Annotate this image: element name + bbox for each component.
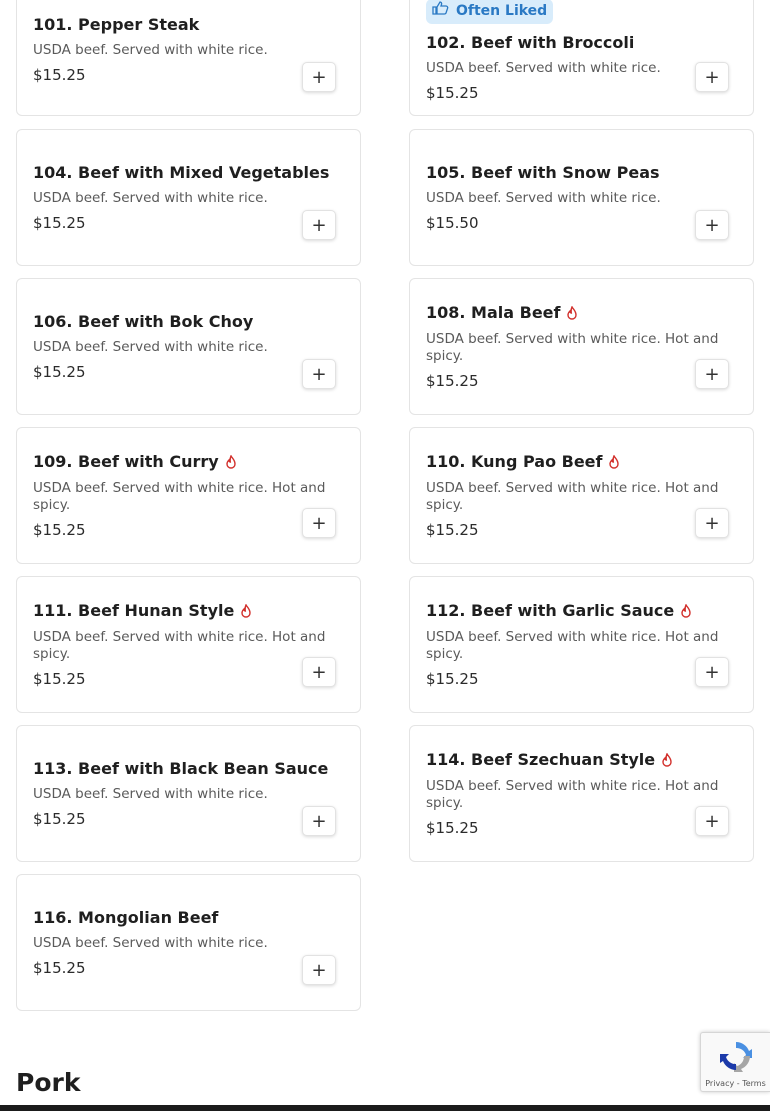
item-name: 109. Beef with Curry (33, 452, 219, 471)
add-to-cart-button[interactable]: + (302, 359, 336, 389)
item-description: USDA beef. Served with white rice. Hot a… (426, 778, 719, 811)
item-price: $15.25 (426, 670, 479, 688)
spicy-pepper-icon (241, 603, 252, 618)
item-price: $15.25 (33, 363, 86, 381)
add-to-cart-button[interactable]: + (695, 806, 729, 836)
add-to-cart-button[interactable]: + (302, 657, 336, 687)
item-name: 113. Beef with Black Bean Sauce (33, 759, 329, 778)
often-liked-badge: Often Liked (426, 0, 554, 24)
menu-item-card-114[interactable]: 114. Beef Szechuan Style USDA beef. Serv… (409, 725, 754, 862)
item-description: USDA beef. Served with white rice. (33, 935, 268, 951)
item-name: 114. Beef Szechuan Style (426, 750, 656, 769)
add-to-cart-button[interactable]: + (302, 806, 336, 836)
add-to-cart-button[interactable]: + (302, 210, 336, 240)
item-name-row: 112. Beef with Garlic Sauce (426, 601, 692, 620)
item-price: $15.50 (426, 214, 479, 232)
add-to-cart-button[interactable]: + (695, 359, 729, 389)
item-description: USDA beef. Served with white rice. Hot a… (426, 629, 719, 662)
add-to-cart-button[interactable]: + (695, 657, 729, 687)
item-price: $15.25 (33, 670, 86, 688)
thumbs-up-icon (432, 0, 450, 24)
menu-item-card-108[interactable]: 108. Mala Beef USDA beef. Served with wh… (409, 278, 754, 415)
item-name: 112. Beef with Garlic Sauce (426, 601, 675, 620)
recaptcha-links[interactable]: Privacy - Terms (705, 1079, 766, 1088)
item-price: $15.25 (33, 66, 86, 84)
section-title-pork: Pork (16, 1068, 81, 1097)
item-name-row: 111. Beef Hunan Style (33, 601, 252, 620)
recaptcha-icon (719, 1042, 752, 1072)
menu-item-card-116[interactable]: 116. Mongolian Beef USDA beef. Served wi… (16, 874, 361, 1011)
item-name-row: 114. Beef Szechuan Style (426, 750, 673, 769)
item-price: $15.25 (426, 521, 479, 539)
badge-label: Often Liked (456, 3, 548, 19)
item-price: $15.25 (426, 84, 479, 102)
item-description: USDA beef. Served with white rice. (33, 42, 268, 58)
item-name: 102. Beef with Broccoli (426, 33, 635, 52)
item-name: 116. Mongolian Beef (33, 908, 219, 927)
item-description: USDA beef. Served with white rice. Hot a… (33, 480, 326, 513)
menu-item-card-111[interactable]: 111. Beef Hunan Style USDA beef. Served … (16, 576, 361, 713)
item-price: $15.25 (33, 959, 86, 977)
spicy-pepper-icon (681, 603, 691, 618)
menu-item-card-112[interactable]: 112. Beef with Garlic Sauce USDA beef. S… (409, 576, 754, 713)
menu-item-card-105[interactable]: 105. Beef with Snow Peas USDA beef. Serv… (409, 129, 754, 266)
item-description: USDA beef. Served with white rice. (33, 339, 268, 355)
spicy-pepper-icon (226, 454, 236, 469)
menu-item-card-101[interactable]: 101. Pepper Steak USDA beef. Served with… (16, 0, 361, 116)
item-price: $15.25 (426, 372, 479, 390)
item-description: USDA beef. Served with white rice. Hot a… (426, 480, 719, 513)
add-to-cart-button[interactable]: + (695, 210, 729, 240)
item-name-row: 110. Kung Pao Beef (426, 452, 620, 471)
item-description: USDA beef. Served with white rice. (33, 786, 268, 802)
item-price: $15.25 (33, 214, 86, 232)
spicy-pepper-icon (609, 454, 620, 469)
menu-page: 101. Pepper Steak USDA beef. Served with… (0, 0, 770, 1111)
item-price: $15.25 (33, 810, 86, 828)
item-name: 106. Beef with Bok Choy (33, 312, 254, 331)
menu-item-card-104[interactable]: 104. Beef with Mixed Vegetables USDA bee… (16, 129, 361, 266)
item-name-row: 108. Mala Beef (426, 303, 578, 322)
item-name: 108. Mala Beef (426, 303, 561, 322)
add-to-cart-button[interactable]: + (302, 955, 336, 985)
add-to-cart-button[interactable]: + (695, 508, 729, 538)
item-description: USDA beef. Served with white rice. (426, 60, 661, 76)
item-name: 110. Kung Pao Beef (426, 452, 603, 471)
item-price: $15.25 (426, 819, 479, 837)
add-to-cart-button[interactable]: + (302, 508, 336, 538)
item-description: USDA beef. Served with white rice. Hot a… (33, 629, 326, 662)
item-description: USDA beef. Served with white rice. Hot a… (426, 331, 719, 364)
item-name: 105. Beef with Snow Peas (426, 163, 660, 182)
menu-item-card-106[interactable]: 106. Beef with Bok Choy USDA beef. Serve… (16, 278, 361, 415)
item-name: 104. Beef with Mixed Vegetables (33, 163, 330, 182)
item-name: 101. Pepper Steak (33, 15, 200, 34)
spicy-pepper-icon (662, 752, 672, 767)
add-to-cart-button[interactable]: + (695, 62, 729, 92)
item-name-row: 109. Beef with Curry (33, 452, 237, 471)
menu-item-card-110[interactable]: 110. Kung Pao Beef USDA beef. Served wit… (409, 427, 754, 564)
item-description: USDA beef. Served with white rice. (33, 190, 268, 206)
menu-item-card-102[interactable]: Often Liked 102. Beef with Broccoli USDA… (409, 0, 754, 116)
item-name: 111. Beef Hunan Style (33, 601, 235, 620)
menu-item-card-113[interactable]: 113. Beef with Black Bean Sauce USDA bee… (16, 725, 361, 862)
add-to-cart-button[interactable]: + (302, 62, 336, 92)
recaptcha-badge[interactable]: Privacy - Terms (700, 1032, 770, 1092)
item-description: USDA beef. Served with white rice. (426, 190, 661, 206)
item-price: $15.25 (33, 521, 86, 539)
spicy-pepper-icon (567, 305, 578, 320)
menu-item-card-109[interactable]: 109. Beef with Curry USDA beef. Served w… (16, 427, 361, 564)
bottom-bar (0, 1105, 770, 1111)
